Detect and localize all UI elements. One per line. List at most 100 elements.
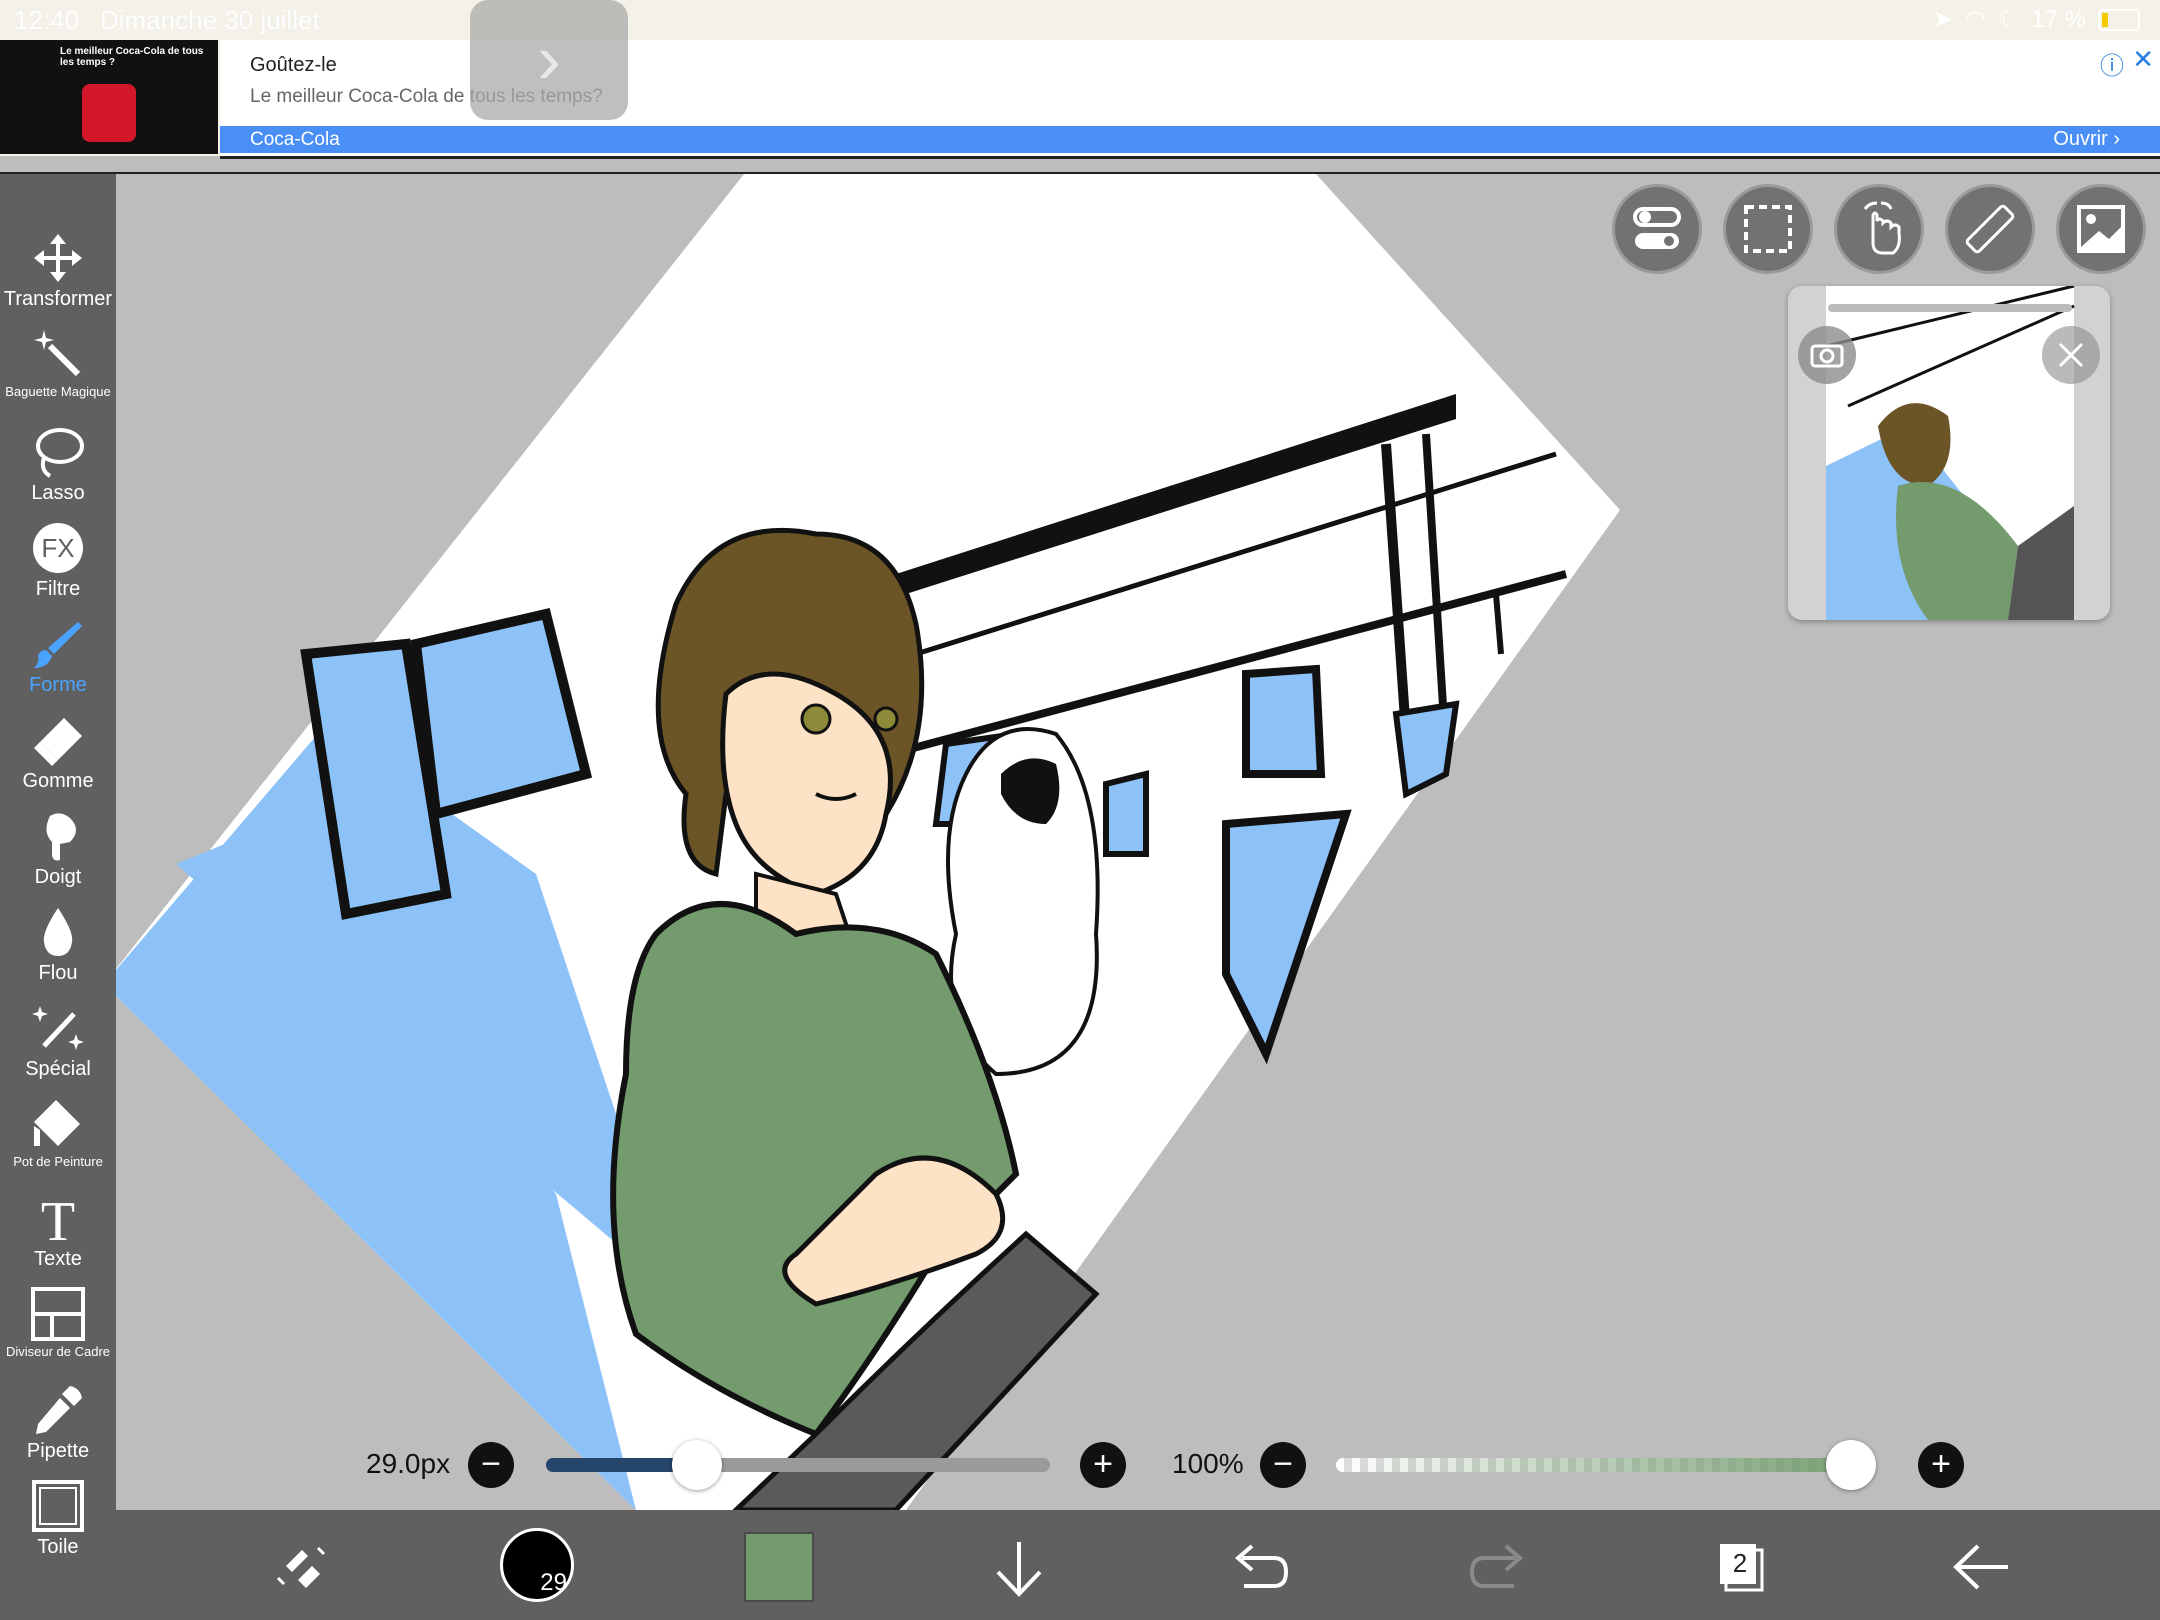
ad-close-icon[interactable]: ✕ bbox=[2132, 44, 2154, 75]
chevron-right-icon[interactable]: › bbox=[470, 0, 628, 120]
tool-special[interactable]: Spécial bbox=[0, 1000, 116, 1081]
undo-icon bbox=[1234, 1544, 1289, 1588]
brush-icon bbox=[34, 622, 82, 668]
tool-label: Spécial bbox=[25, 1058, 91, 1080]
ruler-button[interactable] bbox=[1945, 184, 2035, 274]
image-reference-button[interactable] bbox=[2056, 184, 2146, 274]
ad-headline: Goûtez-le bbox=[250, 54, 337, 76]
status-bar: 12:40 Dimanche 30 juillet ➤ ◠ ☾ 17 % bbox=[0, 0, 2160, 40]
tool-label: Diviseur de Cadre bbox=[5, 1344, 111, 1359]
status-icons: ➤ ◠ ☾ 17 % bbox=[1933, 5, 2140, 34]
opacity-gradient bbox=[1336, 1458, 1876, 1472]
arrow-left-icon bbox=[1953, 1544, 2008, 1590]
opacity-slider[interactable] bbox=[1336, 1440, 1876, 1490]
download-button[interactable] bbox=[984, 1532, 1054, 1602]
brush-eraser-swap-icon bbox=[276, 1546, 326, 1588]
finger-icon bbox=[46, 813, 76, 861]
touch-hand-icon bbox=[1863, 201, 1901, 255]
undo-button[interactable] bbox=[1224, 1532, 1294, 1602]
magic-wand-icon bbox=[34, 330, 81, 377]
toggle-icon bbox=[1633, 207, 1681, 249]
back-button[interactable] bbox=[1946, 1532, 2016, 1602]
brush-size-badge: 29 bbox=[540, 1569, 567, 1596]
tool-eraser[interactable]: Gomme bbox=[0, 712, 116, 793]
status-date: Dimanche 30 juillet bbox=[100, 5, 320, 35]
text-icon: T bbox=[41, 1191, 75, 1246]
selection-button[interactable] bbox=[1723, 184, 1813, 274]
redo-button[interactable] bbox=[1464, 1532, 1534, 1602]
camera-icon bbox=[1810, 344, 1844, 368]
swap-tools-button[interactable] bbox=[266, 1532, 336, 1602]
brush-preview-button[interactable]: 29 bbox=[500, 1528, 574, 1602]
arrow-down-icon bbox=[996, 1542, 1042, 1597]
opacity-decrease-button[interactable]: − bbox=[1260, 1442, 1306, 1488]
move-icon bbox=[34, 234, 82, 282]
snapshot-button[interactable] bbox=[1798, 326, 1856, 384]
tool-label: Pipette bbox=[26, 1440, 90, 1462]
moon-icon: ☾ bbox=[1997, 6, 2020, 33]
ad-thumbnail-text: Le meilleur Coca-Cola de tous les temps … bbox=[60, 46, 204, 68]
svg-text:FX: FX bbox=[41, 533, 74, 563]
ad-info-icon[interactable]: ⓘ bbox=[2100, 46, 2124, 81]
tool-label: Lasso bbox=[31, 482, 85, 504]
ruler-icon bbox=[1965, 204, 2015, 254]
opacity-increase-button[interactable]: + bbox=[1918, 1442, 1964, 1488]
tool-filter[interactable]: FX Filtre bbox=[0, 520, 116, 601]
tool-label: Pot de Peinture bbox=[13, 1154, 103, 1169]
layers-button[interactable]: 2 bbox=[1706, 1532, 1776, 1602]
tool-label: Transformer bbox=[3, 288, 113, 310]
close-preview-button[interactable] bbox=[2042, 326, 2100, 384]
blur-drop-icon bbox=[43, 908, 73, 956]
tool-label: Filtre bbox=[35, 578, 81, 600]
tool-blur[interactable]: Flou bbox=[0, 904, 116, 985]
tool-finger[interactable]: Doigt bbox=[0, 808, 116, 889]
tool-eyedropper[interactable]: Pipette bbox=[0, 1382, 116, 1463]
ad-brand: Coca-Cola bbox=[250, 129, 340, 150]
svg-text:T: T bbox=[41, 1191, 75, 1246]
coca-cola-can-image bbox=[82, 84, 136, 142]
redo-icon bbox=[1469, 1544, 1524, 1588]
tool-magic-wand[interactable]: Baguette Magique bbox=[0, 326, 116, 399]
ad-thumbnail[interactable]: Le meilleur Coca-Cola de tous les temps … bbox=[0, 40, 218, 154]
wifi-icon: ◠ bbox=[1964, 6, 1986, 33]
tool-brush[interactable]: Forme bbox=[0, 616, 116, 697]
special-brush-icon bbox=[32, 1006, 84, 1050]
eraser-icon bbox=[34, 718, 82, 766]
tool-lasso[interactable]: Lasso bbox=[0, 424, 116, 505]
opacity-knob[interactable] bbox=[1826, 1440, 1876, 1490]
ad-banner[interactable]: Le meilleur Coca-Cola de tous les temps … bbox=[0, 0, 2160, 159]
tool-frame-divider[interactable]: Diviseur de Cadre bbox=[0, 1286, 116, 1359]
tool-label: Forme bbox=[29, 674, 87, 696]
ad-open-button[interactable]: Ouvrir › bbox=[2053, 128, 2120, 151]
tool-paint-bucket[interactable]: Pot de Peinture bbox=[0, 1096, 116, 1169]
brush-size-decrease-button[interactable]: − bbox=[468, 1442, 514, 1488]
battery-icon bbox=[2098, 8, 2140, 31]
tool-text[interactable]: T Texte bbox=[0, 1190, 116, 1271]
ad-cta-bar[interactable]: Coca-Cola Ouvrir › bbox=[220, 126, 2160, 153]
tool-label: Doigt bbox=[34, 866, 82, 888]
lasso-icon bbox=[36, 428, 84, 478]
ad-open-label: Ouvrir bbox=[2053, 128, 2108, 150]
fx-icon: FX bbox=[33, 523, 83, 573]
brush-size-label: 29.0px bbox=[366, 1448, 451, 1479]
toggle-settings-button[interactable] bbox=[1612, 184, 1702, 274]
battery-label: 17 % bbox=[2031, 5, 2086, 33]
frame-divider-icon bbox=[31, 1287, 85, 1341]
canvas-preview-panel[interactable] bbox=[1788, 286, 2110, 620]
paint-bucket-icon bbox=[34, 1100, 80, 1146]
color-swatch-button[interactable] bbox=[744, 1532, 814, 1602]
tool-label: Toile bbox=[37, 1536, 79, 1558]
tool-transformer[interactable]: Transformer bbox=[0, 230, 116, 311]
brush-size-knob[interactable] bbox=[672, 1440, 723, 1490]
gesture-button[interactable] bbox=[1834, 184, 1924, 274]
eyedropper-icon bbox=[36, 1386, 82, 1434]
tool-label: Baguette Magique bbox=[5, 384, 111, 399]
image-icon bbox=[2077, 205, 2125, 253]
layers-count: 2 bbox=[1732, 1548, 1748, 1578]
tool-label: Texte bbox=[34, 1248, 82, 1270]
bottom-toolbar: 29 2 bbox=[116, 1510, 2160, 1620]
brush-size-slider[interactable] bbox=[546, 1440, 1050, 1490]
tool-canvas[interactable]: Toile bbox=[0, 1478, 116, 1559]
location-icon: ➤ bbox=[1932, 6, 1953, 33]
brush-size-increase-button[interactable]: + bbox=[1080, 1442, 1126, 1488]
